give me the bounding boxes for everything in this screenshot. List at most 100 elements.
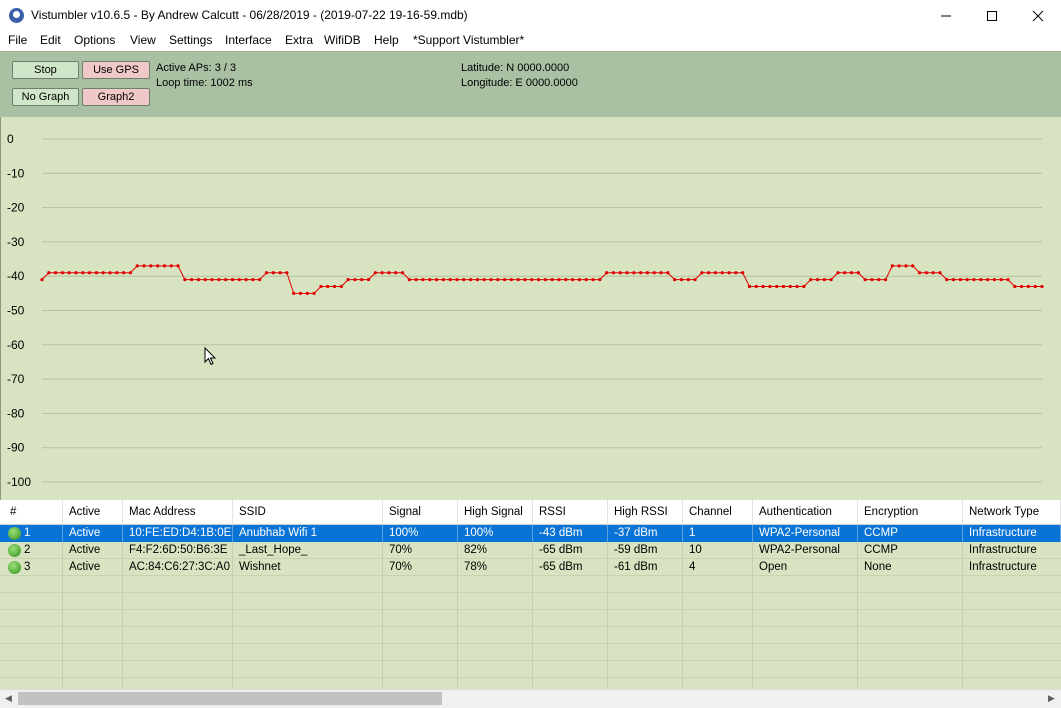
menu-help[interactable]: Help [374, 33, 399, 47]
menu-view[interactable]: View [130, 33, 156, 47]
signal-point [999, 278, 1003, 282]
menu-file[interactable]: File [8, 33, 27, 47]
cell-active: Active [63, 525, 123, 542]
signal-point [169, 264, 173, 268]
signal-point [509, 278, 513, 282]
signal-point [863, 278, 867, 282]
graph2-button[interactable]: Graph2 [82, 88, 150, 106]
signal-point [54, 271, 58, 275]
table-grid-line [0, 609, 1061, 610]
signal-point [394, 271, 398, 275]
latitude-readout: Latitude: N 0000.0000 [461, 62, 570, 74]
signal-point [122, 271, 126, 275]
cell-num: 3 [24, 561, 31, 573]
signal-point [298, 291, 303, 295]
menu-settings[interactable]: Settings [169, 33, 212, 47]
signal-point [264, 271, 269, 275]
signal-point [244, 278, 248, 282]
signal-point [707, 271, 711, 275]
signal-point [992, 278, 996, 282]
maximize-icon [987, 10, 997, 21]
signal-point [496, 278, 500, 282]
signal-point [88, 271, 92, 275]
menu-interface[interactable]: Interface [225, 33, 272, 47]
menu-wifidb[interactable]: WifiDB [324, 33, 361, 47]
close-button[interactable] [1015, 0, 1061, 31]
signal-point [985, 278, 990, 282]
column-header[interactable]: # [4, 500, 63, 524]
cell-auth: WPA2-Personal [759, 544, 840, 556]
column-header[interactable]: Channel [683, 500, 753, 524]
horizontal-scrollbar[interactable]: ◀ ▶ [0, 689, 1061, 708]
signal-point [543, 278, 548, 282]
cell-mac: 10:FE:ED:D4:1B:0E [123, 525, 233, 542]
signal-point [679, 278, 684, 282]
stop-button[interactable]: Stop [12, 61, 79, 79]
signal-point [441, 278, 445, 282]
minimize-button[interactable] [923, 0, 969, 31]
scroll-left-arrow-icon[interactable]: ◀ [0, 690, 17, 707]
signal-point [421, 278, 425, 282]
column-header[interactable]: RSSI [533, 500, 608, 524]
column-header[interactable]: Signal [383, 500, 458, 524]
signal-point [673, 278, 677, 282]
signal-point [230, 278, 235, 282]
menu-edit[interactable]: Edit [40, 33, 61, 47]
table-row[interactable]: 2 Active F4:F2:6D:50:B6:3E _Last_Hope_ 70% 82… [0, 542, 1061, 559]
signal-point [605, 271, 609, 275]
column-header[interactable]: Mac Address [123, 500, 233, 524]
signal-point [938, 271, 942, 275]
signal-graph-svg: 0 -10 -20 -30 -40 -50 -60 -70 -80 -90 -100 [7, 132, 1044, 489]
menu-options[interactable]: Options [74, 33, 115, 47]
signal-point [686, 278, 690, 282]
column-header[interactable]: Active [63, 500, 123, 524]
signal-point [727, 271, 731, 275]
table-header: # Active Mac Address SSID Signal High Signal R… [0, 500, 1061, 525]
signal-point [856, 271, 860, 275]
signal-point [251, 278, 255, 282]
signal-point [781, 284, 786, 289]
signal-point [285, 271, 289, 275]
signal-point [176, 264, 180, 268]
column-header[interactable]: High Signal [458, 500, 533, 524]
table-grid-line [0, 677, 1061, 678]
scroll-right-arrow-icon[interactable]: ▶ [1043, 690, 1060, 707]
scrollbar-thumb[interactable] [18, 692, 442, 705]
cell-auth: Open [759, 561, 788, 573]
signal-point [958, 278, 962, 282]
table-row[interactable]: 3 Active AC:84:C6:27:3C:A0 Wishnet 70% 78% -65… [0, 559, 1061, 576]
y-tick-label: -10 [7, 166, 25, 180]
menu-support-vistumbler[interactable]: *Support Vistumbler* [413, 33, 524, 47]
signal-point [897, 264, 901, 268]
signal-point [74, 271, 78, 275]
signal-point [489, 278, 493, 282]
table-row[interactable]: 1 Active 10:FE:ED:D4:1B:0E Anubhab Wifi 1 10… [0, 525, 1061, 542]
cell-net-type: Infrastructure [969, 561, 1037, 573]
signal-point [917, 271, 922, 275]
use-gps-button[interactable]: Use GPS [82, 61, 150, 79]
y-tick-label: -80 [7, 406, 25, 420]
signal-point [584, 278, 588, 282]
column-header[interactable]: SSID [233, 500, 383, 524]
maximize-button[interactable] [969, 0, 1015, 31]
cell-active: Active [69, 544, 101, 556]
signal-point [523, 278, 527, 282]
cell-rssi: -65 dBm [539, 544, 583, 556]
cell-net-type: Infrastructure [969, 544, 1037, 556]
menu-extra[interactable]: Extra [285, 33, 313, 47]
y-tick-label: -100 [7, 475, 31, 489]
signal-point [135, 264, 139, 268]
signal-point [700, 271, 704, 275]
signal-point [979, 278, 983, 282]
cell-signal: 100% [383, 525, 458, 542]
column-header[interactable]: Network Type [963, 500, 1061, 524]
signal-point [128, 271, 133, 275]
no-graph-button[interactable]: No Graph [12, 88, 79, 106]
cell-ssid: _Last_Hope_ [239, 544, 308, 556]
column-header[interactable]: Authentication [753, 500, 858, 524]
signal-point [951, 278, 956, 282]
signal-point [877, 278, 881, 282]
signal-point [931, 271, 935, 275]
column-header[interactable]: High RSSI [608, 500, 683, 524]
column-header[interactable]: Encryption [858, 500, 963, 524]
